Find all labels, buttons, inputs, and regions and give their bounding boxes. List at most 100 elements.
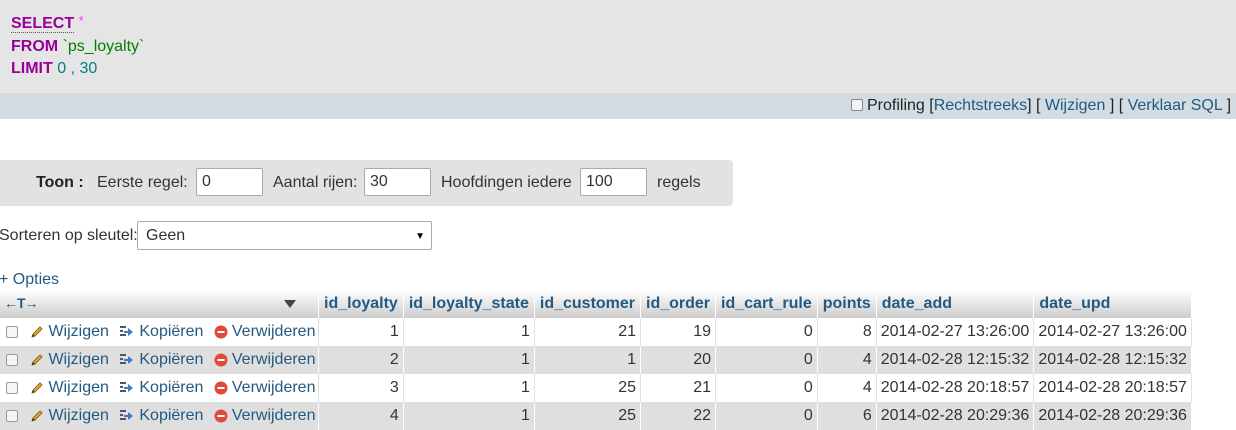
column-header-id-cart-rule[interactable]: id_cart_rule [715, 290, 818, 318]
column-header-id-loyalty-state[interactable]: id_loyalty_state [403, 290, 535, 318]
row-select-checkbox[interactable] [6, 409, 18, 422]
cell-date-add[interactable]: 2014-02-28 12:15:32 [876, 346, 1035, 374]
results-table: ←T→ id_loyalty id_loyalty_state id_custo… [0, 290, 1192, 430]
row-actions-cell: Wijzigen Kopiëren Verwijderen [0, 318, 319, 346]
options-toggle-link[interactable]: + Opties [0, 271, 59, 289]
row-delete-link[interactable]: Verwijderen [232, 379, 316, 396]
sort-caret-icon[interactable] [283, 299, 296, 308]
cell-date-add[interactable]: 2014-02-28 20:29:36 [876, 402, 1035, 430]
table-row: Wijzigen Kopiëren Verwijderen 3 1 25 21 … [0, 374, 1192, 402]
sort-by-key-label: Sorteren op sleutel: [0, 227, 138, 244]
row-delete-link[interactable]: Verwijderen [232, 323, 316, 340]
row-copy-link[interactable]: Kopiëren [139, 379, 203, 396]
profiling-checkbox[interactable] [851, 98, 863, 111]
cell-id-loyalty[interactable]: 2 [318, 346, 404, 374]
cell-id-customer[interactable]: 25 [534, 402, 642, 430]
sql-line-from: FROM `ps_loyalty` [11, 38, 144, 56]
cell-id-loyalty[interactable]: 4 [318, 402, 404, 430]
cell-date-upd[interactable]: 2014-02-28 20:29:36 [1033, 402, 1192, 430]
column-header-date-add[interactable]: date_add [876, 290, 1035, 318]
row-copy-link[interactable]: Kopiëren [139, 351, 203, 368]
cell-id-cart-rule[interactable]: 0 [715, 318, 818, 346]
cell-id-order[interactable]: 19 [640, 318, 717, 346]
sql-limit-count: 30 [79, 60, 98, 77]
pencil-icon [31, 326, 44, 338]
cell-date-upd[interactable]: 2014-02-28 12:15:32 [1033, 346, 1192, 374]
column-header-id-order[interactable]: id_order [640, 290, 717, 318]
query-action-bar: Profiling [Rechtstreeks] [ Wijzigen ] [ … [0, 93, 1236, 119]
cell-points[interactable]: 4 [817, 346, 877, 374]
cell-points[interactable]: 8 [817, 318, 877, 346]
row-edit-link[interactable]: Wijzigen [48, 351, 108, 368]
inline-edit-link[interactable]: Rechtstreeks [934, 97, 1027, 114]
row-edit-link[interactable]: Wijzigen [48, 379, 108, 396]
cell-id-loyalty-state[interactable]: 1 [403, 346, 535, 374]
sql-query-box: SELECT * FROM `ps_loyalty` LIMIT 0 , 30 [0, 0, 1236, 93]
copy-icon [120, 381, 134, 392]
column-header-points[interactable]: points [817, 290, 877, 318]
cell-id-customer[interactable]: 21 [534, 318, 642, 346]
sort-selected-value: Geen [146, 227, 186, 244]
cell-date-upd[interactable]: 2014-02-27 13:26:00 [1033, 318, 1192, 346]
explain-sql-link[interactable]: Verklaar SQL [1128, 97, 1223, 114]
headers-every-input[interactable] [580, 168, 647, 196]
cell-points[interactable]: 6 [817, 402, 877, 430]
cell-id-loyalty-state[interactable]: 1 [403, 374, 535, 402]
cell-id-cart-rule[interactable]: 0 [715, 346, 818, 374]
cell-id-cart-rule[interactable]: 0 [715, 402, 818, 430]
row-delete-link[interactable]: Verwijderen [232, 351, 316, 368]
rows-count-input[interactable] [364, 168, 431, 196]
cell-id-order[interactable]: 20 [640, 346, 717, 374]
cell-id-loyalty-state[interactable]: 1 [403, 318, 535, 346]
navigation-box: Toon : Eerste regel: Aantal rijen: Hoofd… [0, 160, 733, 206]
row-copy-link[interactable]: Kopiëren [139, 323, 203, 340]
cell-date-upd[interactable]: 2014-02-28 20:18:57 [1033, 374, 1192, 402]
cell-points[interactable]: 4 [817, 374, 877, 402]
copy-icon [120, 353, 134, 364]
delete-icon [214, 325, 228, 339]
sql-star: * [78, 13, 84, 28]
first-row-label: Eerste regel: [97, 174, 188, 191]
table-row: Wijzigen Kopiëren Verwijderen 4 1 25 22 … [0, 402, 1192, 430]
sql-keyword-from: FROM [11, 38, 59, 55]
chevron-down-icon: ▼ [415, 231, 425, 242]
cell-date-add[interactable]: 2014-02-27 13:26:00 [876, 318, 1035, 346]
cell-id-cart-rule[interactable]: 0 [715, 374, 818, 402]
pencil-icon [31, 382, 44, 394]
query-action-links: Profiling [Rechtstreeks] [ Wijzigen ] [ … [851, 97, 1236, 115]
row-select-checkbox[interactable] [6, 353, 18, 366]
table-row: Wijzigen Kopiëren Verwijderen 2 1 1 20 0… [0, 346, 1192, 374]
cell-id-order[interactable]: 22 [640, 402, 717, 430]
bracket-mid-3: ] [ [1226, 97, 1236, 114]
copy-icon [120, 325, 134, 336]
row-copy-link[interactable]: Kopiëren [139, 407, 203, 424]
headers-every-label: Hoofdingen iedere [441, 174, 572, 191]
profiling-label: Profiling [867, 97, 925, 114]
row-actions-cell: Wijzigen Kopiëren Verwijderen [0, 374, 319, 402]
cell-id-loyalty[interactable]: 1 [318, 318, 404, 346]
row-select-checkbox[interactable] [6, 381, 18, 394]
column-resize-icon[interactable]: ←T→ [4, 295, 39, 311]
row-edit-link[interactable]: Wijzigen [48, 323, 108, 340]
column-header-id-loyalty[interactable]: id_loyalty [318, 290, 404, 318]
pencil-icon [31, 354, 44, 366]
row-edit-link[interactable]: Wijzigen [48, 407, 108, 424]
bracket-mid-1: ] [ [1027, 97, 1041, 114]
column-header-id-customer[interactable]: id_customer [534, 290, 642, 318]
row-delete-link[interactable]: Verwijderen [232, 407, 316, 424]
sql-keyword-select: SELECT [11, 15, 75, 33]
cell-id-loyalty[interactable]: 3 [318, 374, 404, 402]
cell-id-customer[interactable]: 1 [534, 346, 642, 374]
column-header-date-upd[interactable]: date_upd [1033, 290, 1192, 318]
sort-by-key-select[interactable]: Geen ▼ [137, 221, 432, 250]
table-row: Wijzigen Kopiëren Verwijderen 1 1 21 19 … [0, 318, 1192, 346]
edit-query-link[interactable]: Wijzigen [1045, 97, 1105, 114]
first-row-input[interactable] [196, 168, 263, 196]
cell-id-loyalty-state[interactable]: 1 [403, 402, 535, 430]
column-controls-header: ←T→ [0, 290, 319, 318]
row-select-checkbox[interactable] [6, 325, 18, 338]
cell-id-order[interactable]: 21 [640, 374, 717, 402]
cell-id-customer[interactable]: 25 [534, 374, 642, 402]
cell-date-add[interactable]: 2014-02-28 20:18:57 [876, 374, 1035, 402]
delete-icon [214, 353, 228, 367]
